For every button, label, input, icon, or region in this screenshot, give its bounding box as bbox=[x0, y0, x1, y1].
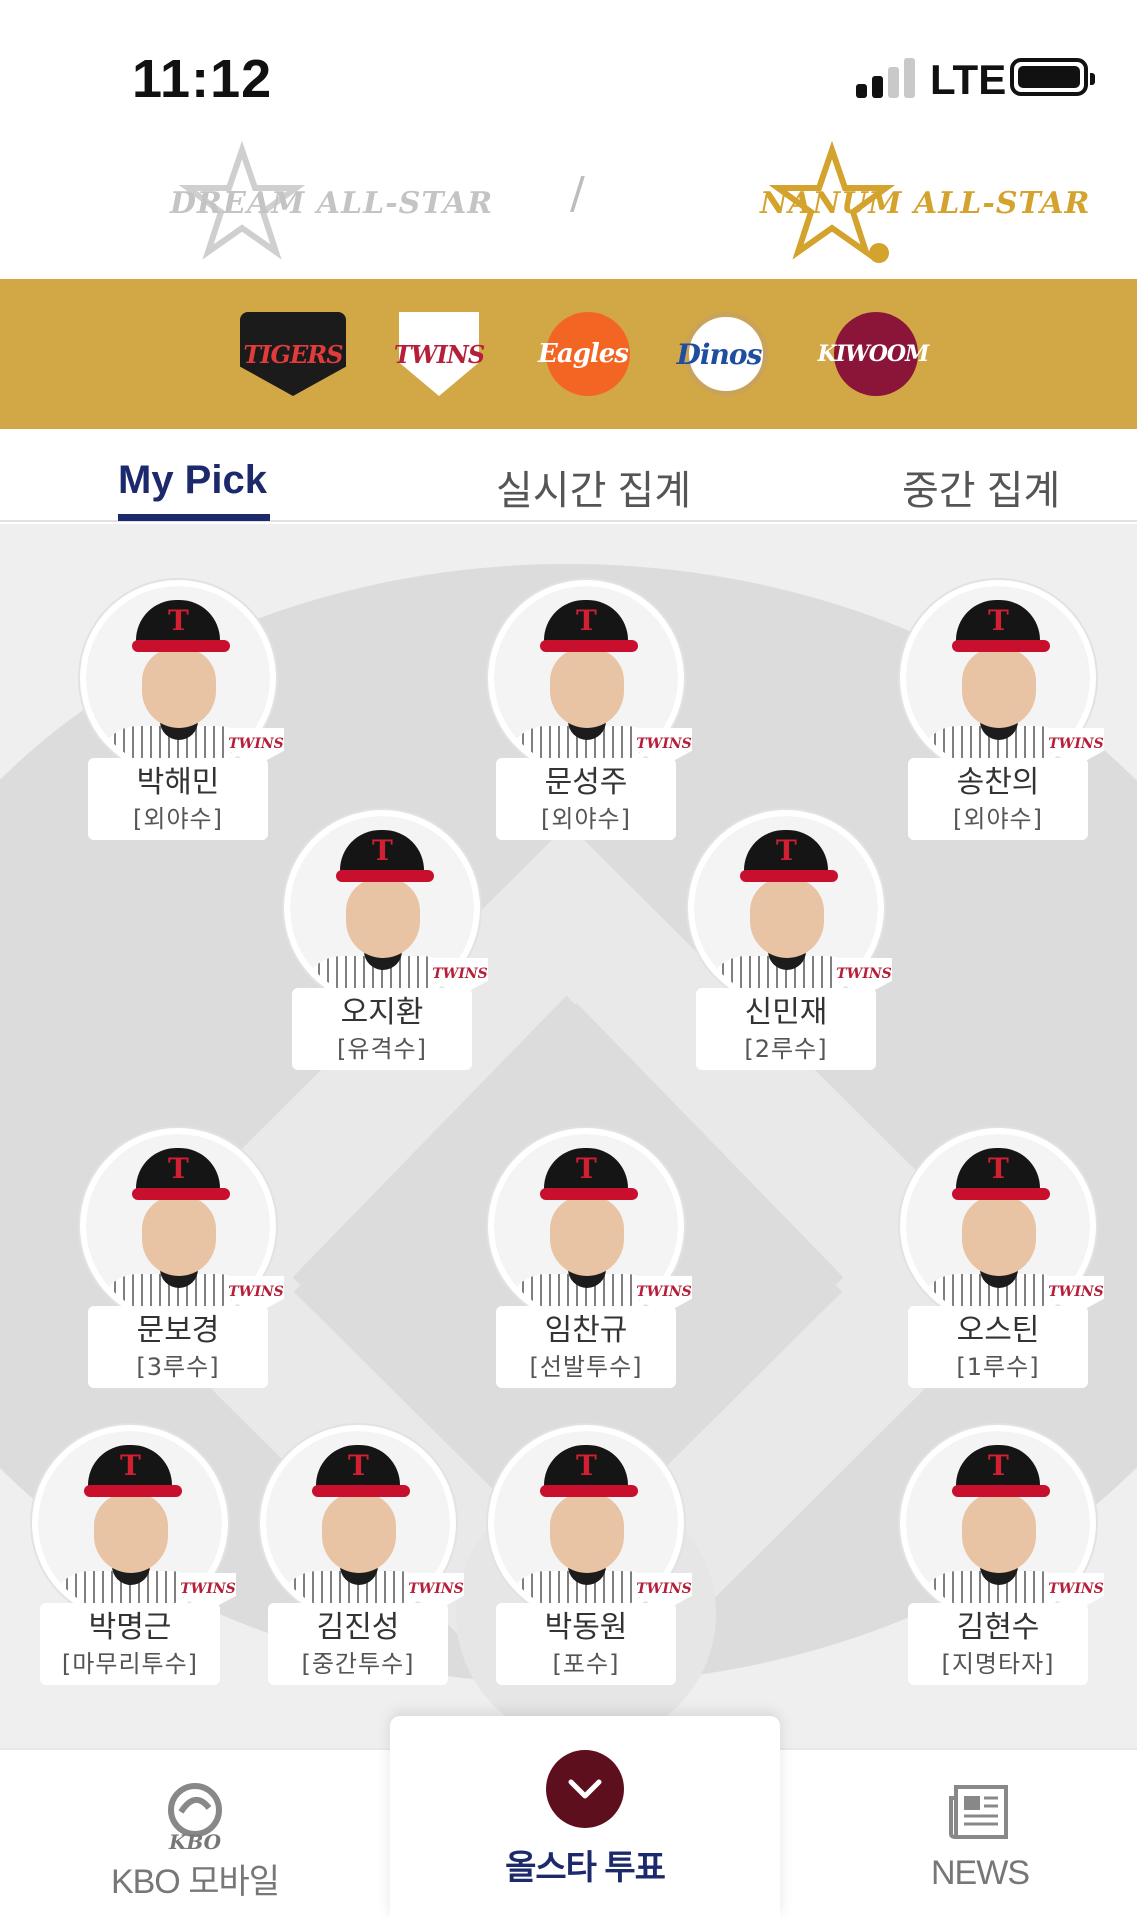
player-name-card: 박해민 [외야수] bbox=[88, 758, 268, 840]
active-league-indicator bbox=[869, 243, 889, 263]
newspaper-icon bbox=[949, 1785, 1008, 1839]
tab-my-pick[interactable]: My Pick bbox=[118, 458, 267, 503]
kbo-mobile-label: KBO 모바일 bbox=[110, 1863, 280, 1901]
player-name-card: 박동원 [포수] bbox=[496, 1603, 676, 1685]
team-name: Dinos bbox=[676, 337, 763, 371]
player-name: 박해민 bbox=[136, 765, 220, 800]
player-position: [선발투수] bbox=[529, 1353, 643, 1381]
battery-icon bbox=[1010, 58, 1095, 96]
status-time: 11:12 bbox=[132, 49, 273, 109]
news-button[interactable]: NEWS bbox=[880, 1750, 1080, 1918]
player-name-card: 박명근 [마무리투수] bbox=[40, 1603, 220, 1685]
kbo-mobile-button[interactable]: KBO KBO 모바일 bbox=[80, 1750, 310, 1918]
player-position: [외야수] bbox=[133, 805, 223, 833]
player-position: [외야수] bbox=[953, 805, 1043, 833]
player-card[interactable]: TWINS임찬규[선발투수] bbox=[488, 1128, 692, 1388]
player-name: 오스틴 bbox=[956, 1313, 1040, 1348]
player-card[interactable]: TWINS오지환[유격수] bbox=[284, 810, 488, 1070]
tab-interim-count[interactable]: 중간 집계 bbox=[902, 458, 1060, 516]
dinos-logo-icon[interactable]: Dinos bbox=[666, 312, 772, 396]
player-name-card: 신민재 [2루수] bbox=[696, 988, 876, 1070]
active-tab-underline bbox=[118, 514, 270, 521]
signal-strength-icon bbox=[856, 56, 916, 98]
player-card[interactable]: TWINS문보경[3루수] bbox=[80, 1128, 284, 1388]
player-name: 신민재 bbox=[744, 995, 828, 1030]
status-bar: 11:12 LTE bbox=[0, 0, 1137, 130]
player-name: 박명근 bbox=[88, 1610, 172, 1645]
twins-logo-icon[interactable]: TWINS bbox=[386, 312, 492, 396]
player-name: 김현수 bbox=[956, 1610, 1040, 1645]
player-card[interactable]: TWINS신민재[2루수] bbox=[688, 810, 892, 1070]
vote-expand-icon bbox=[546, 1750, 624, 1828]
kbo-icon-text: KBO bbox=[168, 1830, 222, 1854]
player-card[interactable]: TWINS박명근[마무리투수] bbox=[32, 1425, 236, 1685]
player-card[interactable]: TWINS송찬의[외야수] bbox=[900, 580, 1104, 840]
player-name-card: 임찬규 [선발투수] bbox=[496, 1306, 676, 1388]
kiwoom-logo-icon[interactable]: KIWOOM bbox=[817, 312, 930, 396]
player-card[interactable]: TWINS오스틴[1루수] bbox=[900, 1128, 1104, 1388]
player-name: 오지환 bbox=[340, 995, 424, 1030]
dream-allstar-tab[interactable]: DREAM ALL-STAR bbox=[150, 140, 492, 270]
league-separator: / bbox=[570, 168, 585, 219]
nanum-allstar-tab[interactable]: NANUM ALL-STAR bbox=[740, 140, 1089, 270]
player-position: [외야수] bbox=[541, 805, 631, 833]
player-position: [지명타자] bbox=[941, 1650, 1055, 1678]
player-card[interactable]: TWINS박해민[외야수] bbox=[80, 580, 284, 840]
pick-tabs: My Pick 실시간 집계 중간 집계 bbox=[0, 430, 1137, 522]
player-name-card: 김현수 [지명타자] bbox=[908, 1603, 1088, 1685]
player-position: [중간투수] bbox=[301, 1650, 415, 1678]
player-position: [마무리투수] bbox=[61, 1650, 199, 1678]
tab-realtime-count[interactable]: 실시간 집계 bbox=[496, 458, 691, 516]
player-position: [포수] bbox=[552, 1650, 620, 1678]
player-card[interactable]: TWINS김진성[중간투수] bbox=[260, 1425, 464, 1685]
player-name: 김진성 bbox=[316, 1610, 400, 1645]
chevron-down-icon bbox=[568, 1779, 602, 1799]
player-card[interactable]: TWINS박동원[포수] bbox=[488, 1425, 692, 1685]
network-type: LTE bbox=[930, 56, 1007, 103]
allstar-vote-button[interactable]: 올스타 투표 bbox=[390, 1716, 780, 1918]
nanum-allstar-label: NANUM ALL-STAR bbox=[760, 186, 1091, 221]
team-name: TWINS bbox=[393, 339, 485, 369]
eagles-logo-icon[interactable]: Eagles bbox=[530, 312, 636, 396]
player-name: 박동원 bbox=[544, 1610, 628, 1645]
player-name: 송찬의 bbox=[956, 765, 1040, 800]
player-position: [3루수] bbox=[136, 1353, 220, 1381]
allstar-vote-label: 올스타 투표 bbox=[505, 1849, 666, 1887]
team-name: KIWOOM bbox=[817, 341, 930, 367]
player-name: 문성주 bbox=[544, 765, 628, 800]
player-name: 문보경 bbox=[136, 1313, 220, 1348]
player-position: [유격수] bbox=[337, 1035, 427, 1063]
player-name-card: 문성주 [외야수] bbox=[496, 758, 676, 840]
player-name-card: 오스틴 [1루수] bbox=[908, 1306, 1088, 1388]
player-card[interactable]: TWINS김현수[지명타자] bbox=[900, 1425, 1104, 1685]
player-name-card: 김진성 [중간투수] bbox=[268, 1603, 448, 1685]
player-position: [1루수] bbox=[956, 1353, 1040, 1381]
dream-allstar-label: DREAM ALL-STAR bbox=[170, 186, 494, 221]
player-card[interactable]: TWINS문성주[외야수] bbox=[488, 580, 692, 840]
player-position: [2루수] bbox=[744, 1035, 828, 1063]
team-name: TIGERS bbox=[240, 312, 346, 396]
team-filter-bar: TIGERS TWINS Eagles Dinos KIWOOM bbox=[0, 279, 1137, 429]
news-label: NEWS bbox=[931, 1854, 1030, 1892]
team-name: Eagles bbox=[538, 339, 629, 369]
player-name: 임찬규 bbox=[544, 1313, 628, 1348]
player-name-card: 송찬의 [외야수] bbox=[908, 758, 1088, 840]
player-name-card: 오지환 [유격수] bbox=[292, 988, 472, 1070]
tigers-logo-icon[interactable]: TIGERS bbox=[240, 312, 346, 396]
player-name-card: 문보경 [3루수] bbox=[88, 1306, 268, 1388]
